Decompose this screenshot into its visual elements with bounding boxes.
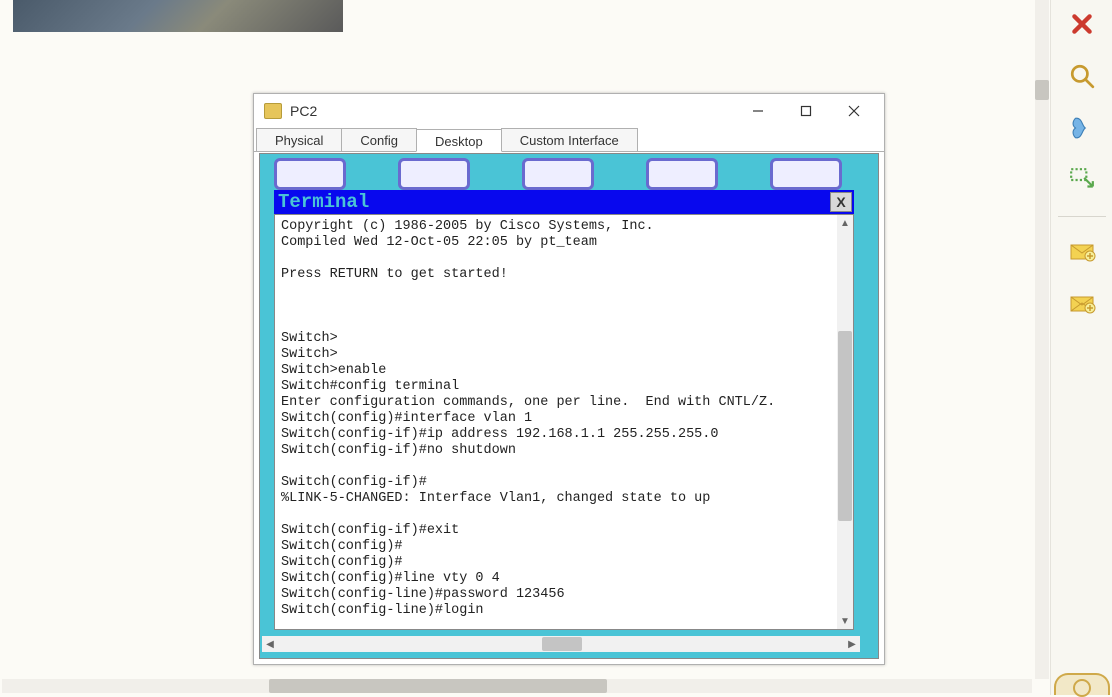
pc2-titlebar[interactable]: PC2 (254, 94, 884, 128)
place-note-tool[interactable] (1064, 110, 1100, 146)
terminal-body: Copyright (c) 1986-2005 by Cisco Systems… (274, 214, 854, 630)
terminal-output[interactable]: Copyright (c) 1986-2005 by Cisco Systems… (281, 219, 837, 627)
tab-custom-interface[interactable]: Custom Interface (501, 128, 638, 151)
terminal-scrollbar-vertical[interactable]: ▲ ▼ (837, 215, 853, 629)
page-scrollbar-vertical[interactable] (1035, 0, 1049, 679)
pc2-tabs: Physical Config Desktop Custom Interface (254, 128, 884, 152)
desktop-panel: Terminal X Copyright (c) 1986-2005 by Ci… (259, 153, 879, 659)
scrollbar-thumb[interactable] (269, 679, 607, 693)
tab-desktop[interactable]: Desktop (416, 129, 502, 152)
desktop-app[interactable] (274, 158, 346, 190)
add-simple-pdu-tool[interactable] (1064, 235, 1100, 271)
scroll-down-icon[interactable]: ▼ (837, 613, 853, 629)
scroll-left-icon[interactable]: ◀ (262, 636, 278, 652)
minimize-button[interactable] (738, 97, 778, 125)
magnify-tool[interactable] (1064, 58, 1100, 94)
maximize-button[interactable] (786, 97, 826, 125)
pc-icon (264, 103, 282, 119)
scroll-right-icon[interactable]: ▶ (844, 636, 860, 652)
pc2-window: PC2 Physical Config Desktop Custom Inter… (253, 93, 885, 665)
terminal-titlebar[interactable]: Terminal X (274, 190, 854, 214)
tab-physical[interactable]: Physical (256, 128, 342, 151)
scrollbar-thumb[interactable] (1035, 80, 1049, 100)
desktop-scrollbar-horizontal[interactable]: ◀ ▶ (262, 636, 876, 652)
scroll-corner (860, 636, 876, 652)
scrollbar-thumb[interactable] (542, 637, 582, 651)
webcam-preview (13, 0, 343, 32)
delete-tool[interactable] (1064, 6, 1100, 42)
page-scrollbar-horizontal[interactable] (2, 679, 1032, 693)
resize-tool[interactable] (1064, 162, 1100, 198)
scroll-up-icon[interactable]: ▲ (837, 215, 853, 231)
scrollbar-thumb[interactable] (838, 331, 852, 521)
simulation-panel-handle[interactable] (1054, 673, 1110, 695)
desktop-app[interactable] (646, 158, 718, 190)
toolbar-divider (1058, 216, 1106, 217)
window-title: PC2 (290, 103, 730, 119)
desktop-app[interactable] (522, 158, 594, 190)
desktop-app[interactable] (398, 158, 470, 190)
terminal-close-button[interactable]: X (830, 192, 852, 212)
close-button[interactable] (834, 97, 874, 125)
right-toolbar (1050, 0, 1112, 695)
desktop-app-row (274, 158, 842, 190)
desktop-app[interactable] (770, 158, 842, 190)
tab-config[interactable]: Config (341, 128, 417, 151)
scroll-track[interactable] (278, 636, 844, 652)
terminal-title: Terminal (278, 191, 369, 213)
add-complex-pdu-tool[interactable] (1064, 287, 1100, 323)
